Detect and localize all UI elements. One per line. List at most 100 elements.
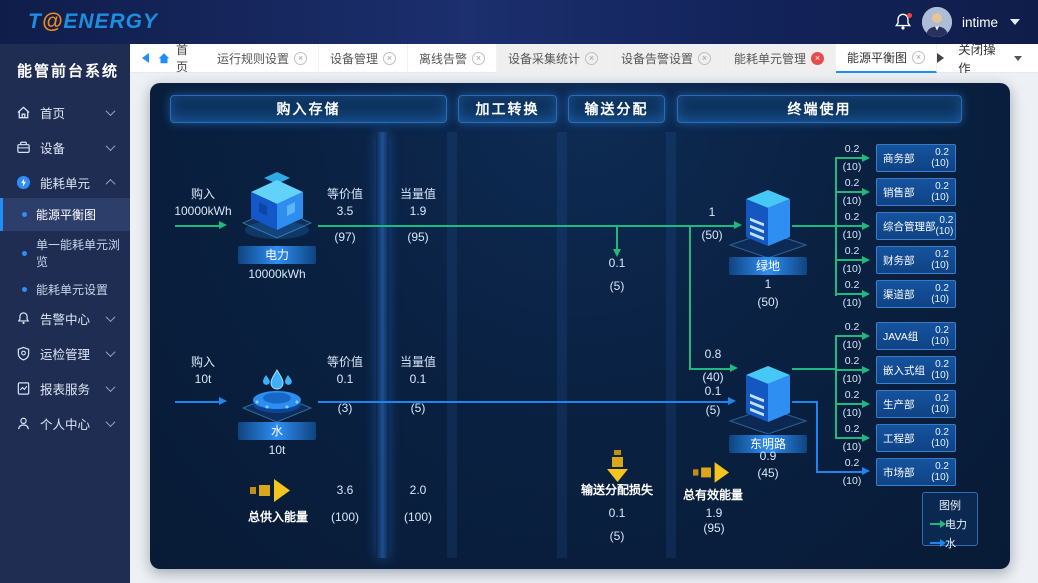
effective-total-pct: (95): [703, 521, 725, 535]
dongming-pct: (45): [757, 466, 779, 480]
main-content: 购入存储 加工转换 输送分配 终端使用 购入 10000kWh 电力 10000…: [130, 73, 1038, 583]
flow-line-electric: [175, 225, 219, 227]
yellow-arrow-icon: [250, 479, 290, 502]
user-menu-caret-icon[interactable]: [1010, 19, 1020, 25]
home-icon: [17, 105, 30, 118]
tab-home[interactable]: 首页: [157, 41, 200, 75]
dept-box[interactable]: 市场部 0.2 (10): [876, 458, 956, 486]
dept-box[interactable]: JAVA组 0.2 (10): [876, 322, 956, 350]
flow-line-water: [175, 401, 219, 403]
sidebar-item-devices[interactable]: 设备: [0, 134, 130, 160]
building-icon-greensite: [728, 190, 808, 258]
tab-close-icon[interactable]: ×: [585, 51, 599, 65]
tab-alarm-settings[interactable]: 设备告警设置 ×: [610, 43, 724, 73]
dongming-green-in-value: 0.8: [704, 347, 722, 361]
sidebar-subitem-label: 能耗单元设置: [36, 282, 109, 297]
greensite-pct: (50): [757, 295, 779, 309]
tab-collect-stats[interactable]: 设备采集统计 ×: [497, 43, 611, 73]
dept-pct: (10): [931, 192, 949, 203]
dept-value: 0.2: [939, 215, 954, 226]
close-operations-menu[interactable]: 关闭操作: [958, 39, 1022, 77]
standard-value: 0.1: [409, 372, 427, 386]
supply-total-eq: 3.6: [336, 483, 354, 497]
tab-run-rules[interactable]: 运行规则设置 ×: [206, 43, 319, 73]
dept-flow-pct: (10): [842, 475, 862, 487]
purchase-value: 10t: [194, 372, 212, 386]
tab-close-icon[interactable]: ×: [472, 51, 485, 65]
dept-arrow-line: [836, 225, 864, 227]
legend: 图例 电力 水: [922, 492, 978, 550]
tabs-scroll-left-icon[interactable]: [142, 53, 149, 63]
sidebar-item-energy-unit[interactable]: 能耗单元: [0, 169, 130, 195]
flow-line-electric: [318, 225, 690, 227]
dept-box[interactable]: 销售部 0.2 (10): [876, 178, 956, 206]
dropdown-caret-icon: [1014, 55, 1022, 61]
standard-pct: (5): [410, 401, 426, 415]
chevron-down-icon: [105, 105, 116, 116]
sidebar-subitem-unit-settings[interactable]: 能耗单元设置: [0, 276, 130, 302]
column-divider-bar: [376, 132, 389, 558]
tab-close-icon[interactable]: ×: [912, 50, 926, 64]
dept-flow-value: 0.2: [844, 211, 860, 223]
tab-device-mgmt[interactable]: 设备管理 ×: [319, 43, 408, 73]
supply-total-std: 2.0: [409, 483, 427, 497]
dept-box[interactable]: 综合管理部 0.2 (10): [876, 212, 956, 240]
standard-label: 当量值: [399, 355, 436, 369]
dept-box[interactable]: 财务部 0.2 (10): [876, 246, 956, 274]
dept-flow-value: 0.2: [844, 245, 860, 257]
tab-close-icon[interactable]: ×: [293, 51, 307, 65]
avatar[interactable]: [921, 7, 952, 37]
purchase-value: 10000kWh: [174, 204, 232, 218]
dept-pct: (10): [931, 158, 949, 169]
tab-unit-mgmt[interactable]: 能耗单元管理 ×: [723, 43, 837, 73]
dept-arrow-line: [836, 259, 864, 261]
alarm-bell-icon: [17, 311, 30, 324]
node-label-water[interactable]: 水: [238, 422, 316, 440]
chevron-down-icon: [105, 381, 116, 392]
dept-box[interactable]: 渠道部 0.2 (10): [876, 280, 956, 308]
dept-box[interactable]: 工程部 0.2 (10): [876, 424, 956, 452]
home-icon: [158, 53, 170, 64]
chevron-down-icon: [105, 140, 116, 151]
dept-flow-pct: (10): [842, 407, 862, 419]
sidebar-item-ops-management[interactable]: 运检管理: [0, 340, 130, 366]
dept-arrow-line: [836, 403, 864, 405]
dept-pct: (10): [931, 472, 949, 483]
supply-total-label: 总供入能量: [247, 510, 308, 524]
node-label-greensite[interactable]: 绿地: [729, 257, 807, 275]
dept-value: 0.2: [935, 461, 949, 472]
sidebar-item-report-service[interactable]: 报表服务: [0, 375, 130, 401]
sidebar-subitem-energy-balance[interactable]: 能源平衡图: [0, 198, 130, 231]
tabs-scroll-right-icon[interactable]: [937, 53, 945, 63]
node-label-electric[interactable]: 电力: [238, 246, 316, 264]
username[interactable]: intime: [962, 15, 998, 30]
arrowhead-electric: [219, 221, 227, 229]
tab-offline-alarm[interactable]: 离线告警 ×: [408, 43, 497, 73]
sidebar-item-personal-center[interactable]: 个人中心: [0, 410, 130, 436]
dept-box[interactable]: 商务部 0.2 (10): [876, 144, 956, 172]
legend-electric-arrow-icon: [930, 520, 946, 528]
legend-row-water: 水: [930, 535, 977, 551]
tab-close-icon[interactable]: ×: [382, 51, 396, 65]
sidebar-item-label: 设备: [40, 141, 66, 156]
report-icon: [17, 381, 30, 395]
tab-energy-balance[interactable]: 能源平衡图 ×: [836, 43, 938, 73]
tab-close-icon[interactable]: ×: [811, 51, 825, 65]
sidebar-item-home[interactable]: 首页: [0, 99, 130, 125]
distribution-loss-value: 0.1: [608, 506, 626, 520]
dept-box[interactable]: 嵌入式组 0.2 (10): [876, 356, 956, 384]
dept-box[interactable]: 生产部 0.2 (10): [876, 390, 956, 418]
dept-pct: (10): [931, 404, 949, 415]
dept-name: 嵌入式组: [883, 364, 925, 377]
notification-bell-icon[interactable]: [894, 13, 912, 31]
tab-close-icon[interactable]: ×: [698, 51, 712, 65]
sidebar-item-alarm-center[interactable]: 告警中心: [0, 305, 130, 331]
legend-electric-label: 电力: [945, 519, 967, 531]
sidebar-subitem-single-unit[interactable]: 单一能耗单元浏览: [0, 238, 130, 269]
standard-pct: (95): [407, 230, 429, 244]
equivalent-value: 3.5: [336, 204, 354, 218]
bullet-icon: [22, 286, 27, 292]
section-header-terminal-use: 终端使用: [677, 95, 962, 123]
tabbar: 首页 运行规则设置 × 设备管理 × 离线告警 × 设备采集统计 × 设备告警设置 × 能…: [130, 41, 1038, 76]
energy-unit-icon: [16, 175, 31, 189]
